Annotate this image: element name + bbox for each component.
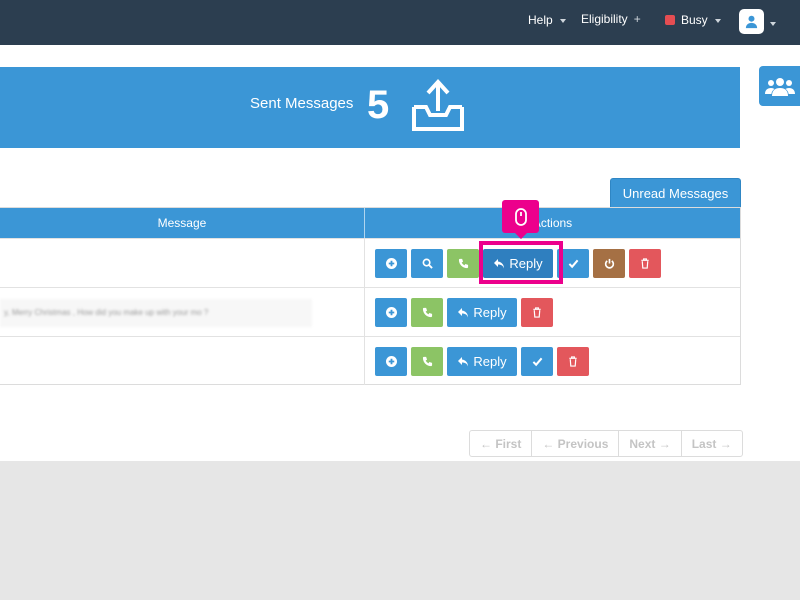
phone-icon xyxy=(422,356,432,367)
phone-icon xyxy=(458,258,468,269)
phone-icon xyxy=(422,307,432,318)
reply-icon xyxy=(494,259,505,269)
column-header-message: Message xyxy=(157,216,207,230)
users-group-icon xyxy=(764,78,795,96)
reply-label: Reply xyxy=(473,354,507,369)
messages-table: Message Actions Reply y, Merry Christmas… xyxy=(0,207,741,385)
table-row: Reply xyxy=(0,238,740,287)
call-button[interactable] xyxy=(447,249,479,278)
row-actions: Reply xyxy=(375,347,589,376)
power-button[interactable] xyxy=(593,249,625,278)
eligibility-menu[interactable]: Eligibility + xyxy=(581,12,641,26)
help-label: Help xyxy=(528,13,553,27)
column-divider xyxy=(364,337,365,385)
user-avatar[interactable] xyxy=(739,9,764,34)
delete-button[interactable] xyxy=(557,347,589,376)
sent-messages-banner: Sent Messages 5 xyxy=(0,67,740,148)
page-last[interactable]: Last → xyxy=(680,431,742,456)
eligibility-label: Eligibility xyxy=(581,12,628,26)
status-indicator xyxy=(665,15,675,25)
column-header-actions: Actions xyxy=(532,216,573,230)
search-button[interactable] xyxy=(411,249,443,278)
reply-icon xyxy=(458,308,469,318)
chevron-down-icon xyxy=(714,19,721,23)
add-button[interactable] xyxy=(375,347,407,376)
table-header: Message Actions xyxy=(0,208,740,238)
reply-label: Reply xyxy=(509,256,543,271)
delete-button[interactable] xyxy=(521,298,553,327)
trash-icon xyxy=(569,356,577,367)
row-actions: Reply xyxy=(375,298,553,327)
search-icon xyxy=(422,258,433,269)
banner-title: Sent Messages xyxy=(250,95,354,112)
check-icon xyxy=(532,357,542,367)
row-actions: Reply xyxy=(375,249,661,278)
plus-icon: + xyxy=(633,12,641,26)
table-row: y, Merry Christmas , How did you make up… xyxy=(0,287,740,336)
message-preview[interactable]: y, Merry Christmas , How did you make up… xyxy=(0,299,312,327)
page-first[interactable]: ← First xyxy=(470,431,531,456)
reply-button[interactable]: Reply xyxy=(447,298,517,327)
plus-circle-icon xyxy=(385,307,397,318)
column-divider xyxy=(364,239,365,287)
page: Help Eligibility + Busy Sent Messages 5 xyxy=(0,0,800,600)
add-button[interactable] xyxy=(375,298,407,327)
unread-messages-button[interactable]: Unread Messages xyxy=(610,178,741,208)
add-button[interactable] xyxy=(375,249,407,278)
plus-circle-icon xyxy=(385,258,397,269)
pagination: ← First ← Previous Next → Last → xyxy=(469,430,743,457)
power-icon xyxy=(604,258,614,269)
mouse-icon xyxy=(514,207,527,226)
reply-button[interactable]: Reply xyxy=(483,249,553,278)
page-next[interactable]: Next → xyxy=(618,431,680,456)
message-count: 5 xyxy=(367,83,390,127)
reply-icon xyxy=(458,357,469,367)
outbox-icon xyxy=(412,79,464,131)
check-icon xyxy=(568,259,578,269)
call-button[interactable] xyxy=(411,298,443,327)
mark-done-button[interactable] xyxy=(521,347,553,376)
column-divider xyxy=(364,288,365,336)
user-icon xyxy=(745,15,758,29)
table-row: Reply xyxy=(0,336,740,385)
plus-circle-icon xyxy=(385,356,397,367)
call-button[interactable] xyxy=(411,347,443,376)
reply-label: Reply xyxy=(473,305,507,320)
chevron-down-icon xyxy=(559,19,566,23)
chevron-down-icon[interactable] xyxy=(770,22,776,26)
delete-button[interactable] xyxy=(629,249,661,278)
page-previous[interactable]: ← Previous xyxy=(531,431,618,456)
status-label: Busy xyxy=(681,13,708,27)
trash-icon xyxy=(641,258,649,269)
reply-button[interactable]: Reply xyxy=(447,347,517,376)
click-indicator xyxy=(502,200,539,239)
top-navbar: Help Eligibility + Busy xyxy=(0,0,800,45)
contacts-tab[interactable] xyxy=(759,66,800,106)
mark-done-button[interactable] xyxy=(557,249,589,278)
trash-icon xyxy=(533,307,541,318)
help-menu[interactable]: Help xyxy=(528,13,566,27)
status-menu[interactable]: Busy xyxy=(665,13,721,27)
